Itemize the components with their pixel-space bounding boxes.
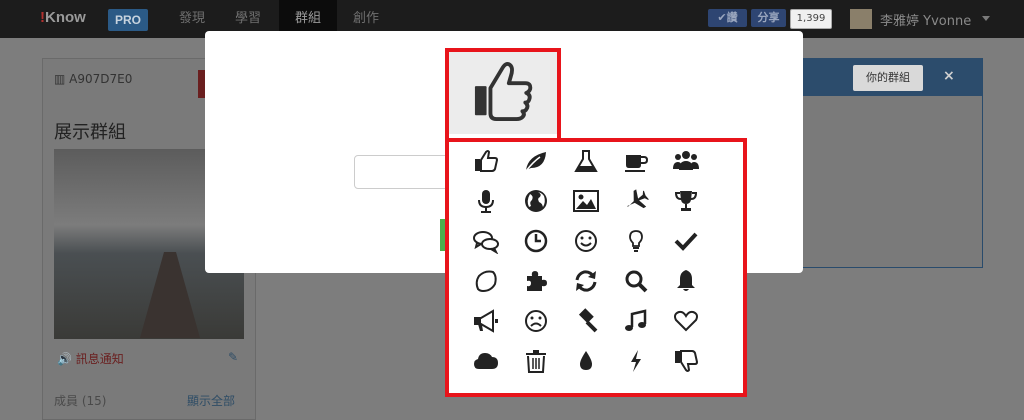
bolt-icon[interactable] <box>611 341 661 381</box>
users-icon[interactable] <box>661 141 711 181</box>
smile-icon[interactable] <box>561 221 611 261</box>
picture-icon[interactable] <box>561 181 611 221</box>
globe-icon[interactable] <box>511 181 561 221</box>
trophy-icon[interactable] <box>661 181 711 221</box>
chevron-down-icon[interactable] <box>982 16 990 21</box>
coffee-icon[interactable] <box>611 141 661 181</box>
plane-icon[interactable] <box>611 181 661 221</box>
puzzle-icon[interactable] <box>511 261 561 301</box>
pencil-icon[interactable]: ✎ <box>228 350 238 364</box>
pro-badge: PRO <box>108 9 148 31</box>
check-icon[interactable] <box>661 221 711 261</box>
user-menu[interactable]: 李雅婷 Yvonne <box>880 10 971 29</box>
thumbs-up-icon <box>474 62 533 121</box>
bell-icon[interactable] <box>661 261 711 301</box>
search-icon[interactable] <box>611 261 661 301</box>
fb-share-count: 1,399 <box>790 9 832 29</box>
microphone-icon[interactable] <box>461 181 511 221</box>
group-code: ▥ A907D7E0 <box>54 72 133 86</box>
bullhorn-icon[interactable] <box>461 301 511 341</box>
logo[interactable]: !Know <box>40 9 86 26</box>
group-title: 展示群組 <box>54 122 126 143</box>
close-icon[interactable]: × <box>943 68 955 84</box>
thumbs-up-icon[interactable] <box>461 141 511 181</box>
members-count: 成員 (15) <box>54 394 107 408</box>
music-icon[interactable] <box>611 301 661 341</box>
trash-icon[interactable] <box>511 341 561 381</box>
your-group-button[interactable]: 你的群組 <box>853 65 923 91</box>
leaf-icon[interactable] <box>511 141 561 181</box>
refresh-icon[interactable] <box>561 261 611 301</box>
heart-icon[interactable] <box>661 301 711 341</box>
tint-icon[interactable] <box>561 341 611 381</box>
frown-icon[interactable] <box>511 301 561 341</box>
show-all-link[interactable]: 顯示全部 <box>187 392 235 409</box>
avatar[interactable] <box>850 9 872 29</box>
fb-like-button[interactable]: ✔讚 <box>708 9 747 27</box>
lightbulb-icon[interactable] <box>611 221 661 261</box>
notification-toggle[interactable]: 🔊 訊息通知 <box>57 350 124 367</box>
flask-icon[interactable] <box>561 141 611 181</box>
comments-icon[interactable] <box>461 221 511 261</box>
group-name-input[interactable] <box>354 155 456 189</box>
lemon-icon[interactable] <box>461 261 511 301</box>
cloud-icon[interactable] <box>461 341 511 381</box>
clock-icon[interactable] <box>511 221 561 261</box>
gavel-icon[interactable] <box>561 301 611 341</box>
thumbs-down-icon[interactable] <box>661 341 711 381</box>
fb-share-button[interactable]: 分享 <box>751 9 786 27</box>
